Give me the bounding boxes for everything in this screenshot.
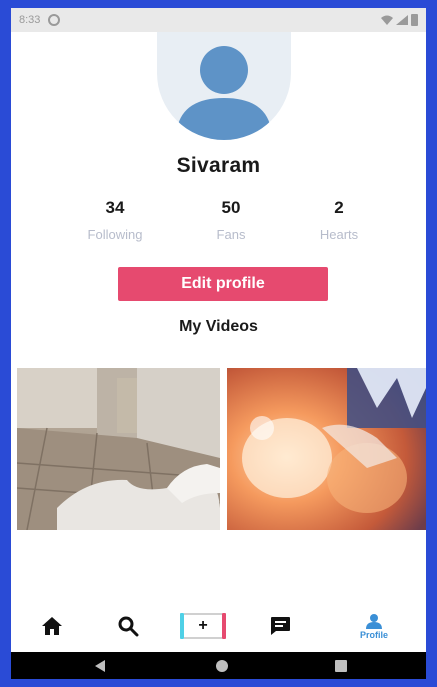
back-icon[interactable] xyxy=(95,660,105,672)
video-thumbnail[interactable] xyxy=(17,368,220,530)
battery-icon xyxy=(411,14,418,26)
nav-home[interactable] xyxy=(35,600,69,652)
system-navigation-bar xyxy=(11,652,426,679)
home-icon xyxy=(42,617,62,635)
stat-fans-label: Fans xyxy=(216,227,246,242)
search-icon xyxy=(118,616,139,637)
room-floor-video-thumbnail xyxy=(17,368,220,530)
orange-light-video-thumbnail xyxy=(227,368,426,530)
status-bar: 8:33 xyxy=(11,8,426,32)
bottom-navigation: + Profile xyxy=(11,600,426,652)
stat-following[interactable]: 34 Following xyxy=(55,198,175,242)
stat-following-value: 34 xyxy=(105,198,125,217)
stat-fans-value: 50 xyxy=(221,198,241,217)
user-avatar-icon xyxy=(176,46,272,140)
stat-hearts-label: Hearts xyxy=(319,227,359,242)
message-icon xyxy=(271,617,290,635)
avatar[interactable] xyxy=(157,32,291,140)
nav-add-video[interactable]: + xyxy=(177,600,229,652)
profile-icon xyxy=(366,613,382,629)
nav-profile[interactable]: Profile xyxy=(349,600,399,652)
stat-following-label: Following xyxy=(87,227,143,242)
my-videos-title: My Videos xyxy=(179,318,258,335)
notification-icon xyxy=(48,14,61,26)
recent-apps-icon[interactable] xyxy=(335,660,347,672)
add-icon-right-edge xyxy=(222,613,226,639)
stat-fans[interactable]: 50 Fans xyxy=(171,198,291,242)
edit-profile-button[interactable]: Edit profile xyxy=(118,267,328,301)
wifi-icon xyxy=(381,15,393,25)
video-thumbnail[interactable] xyxy=(227,368,426,530)
add-icon: + xyxy=(180,613,226,639)
status-time: 8:33 xyxy=(19,14,41,26)
device-frame: 8:33 Sivaram 34 Following 50 Fans 2 Hear… xyxy=(0,0,437,687)
nav-search[interactable] xyxy=(111,600,145,652)
add-icon-label: + xyxy=(184,613,222,639)
home-button-icon[interactable] xyxy=(216,660,228,672)
signal-icon xyxy=(396,15,408,25)
stat-hearts[interactable]: 2 Hearts xyxy=(279,198,399,242)
nav-inbox[interactable] xyxy=(263,600,297,652)
profile-username: Sivaram xyxy=(176,154,261,177)
stat-hearts-value: 2 xyxy=(334,198,344,217)
phone-screen: 8:33 Sivaram 34 Following 50 Fans 2 Hear… xyxy=(11,8,426,679)
nav-profile-label: Profile xyxy=(359,629,388,640)
